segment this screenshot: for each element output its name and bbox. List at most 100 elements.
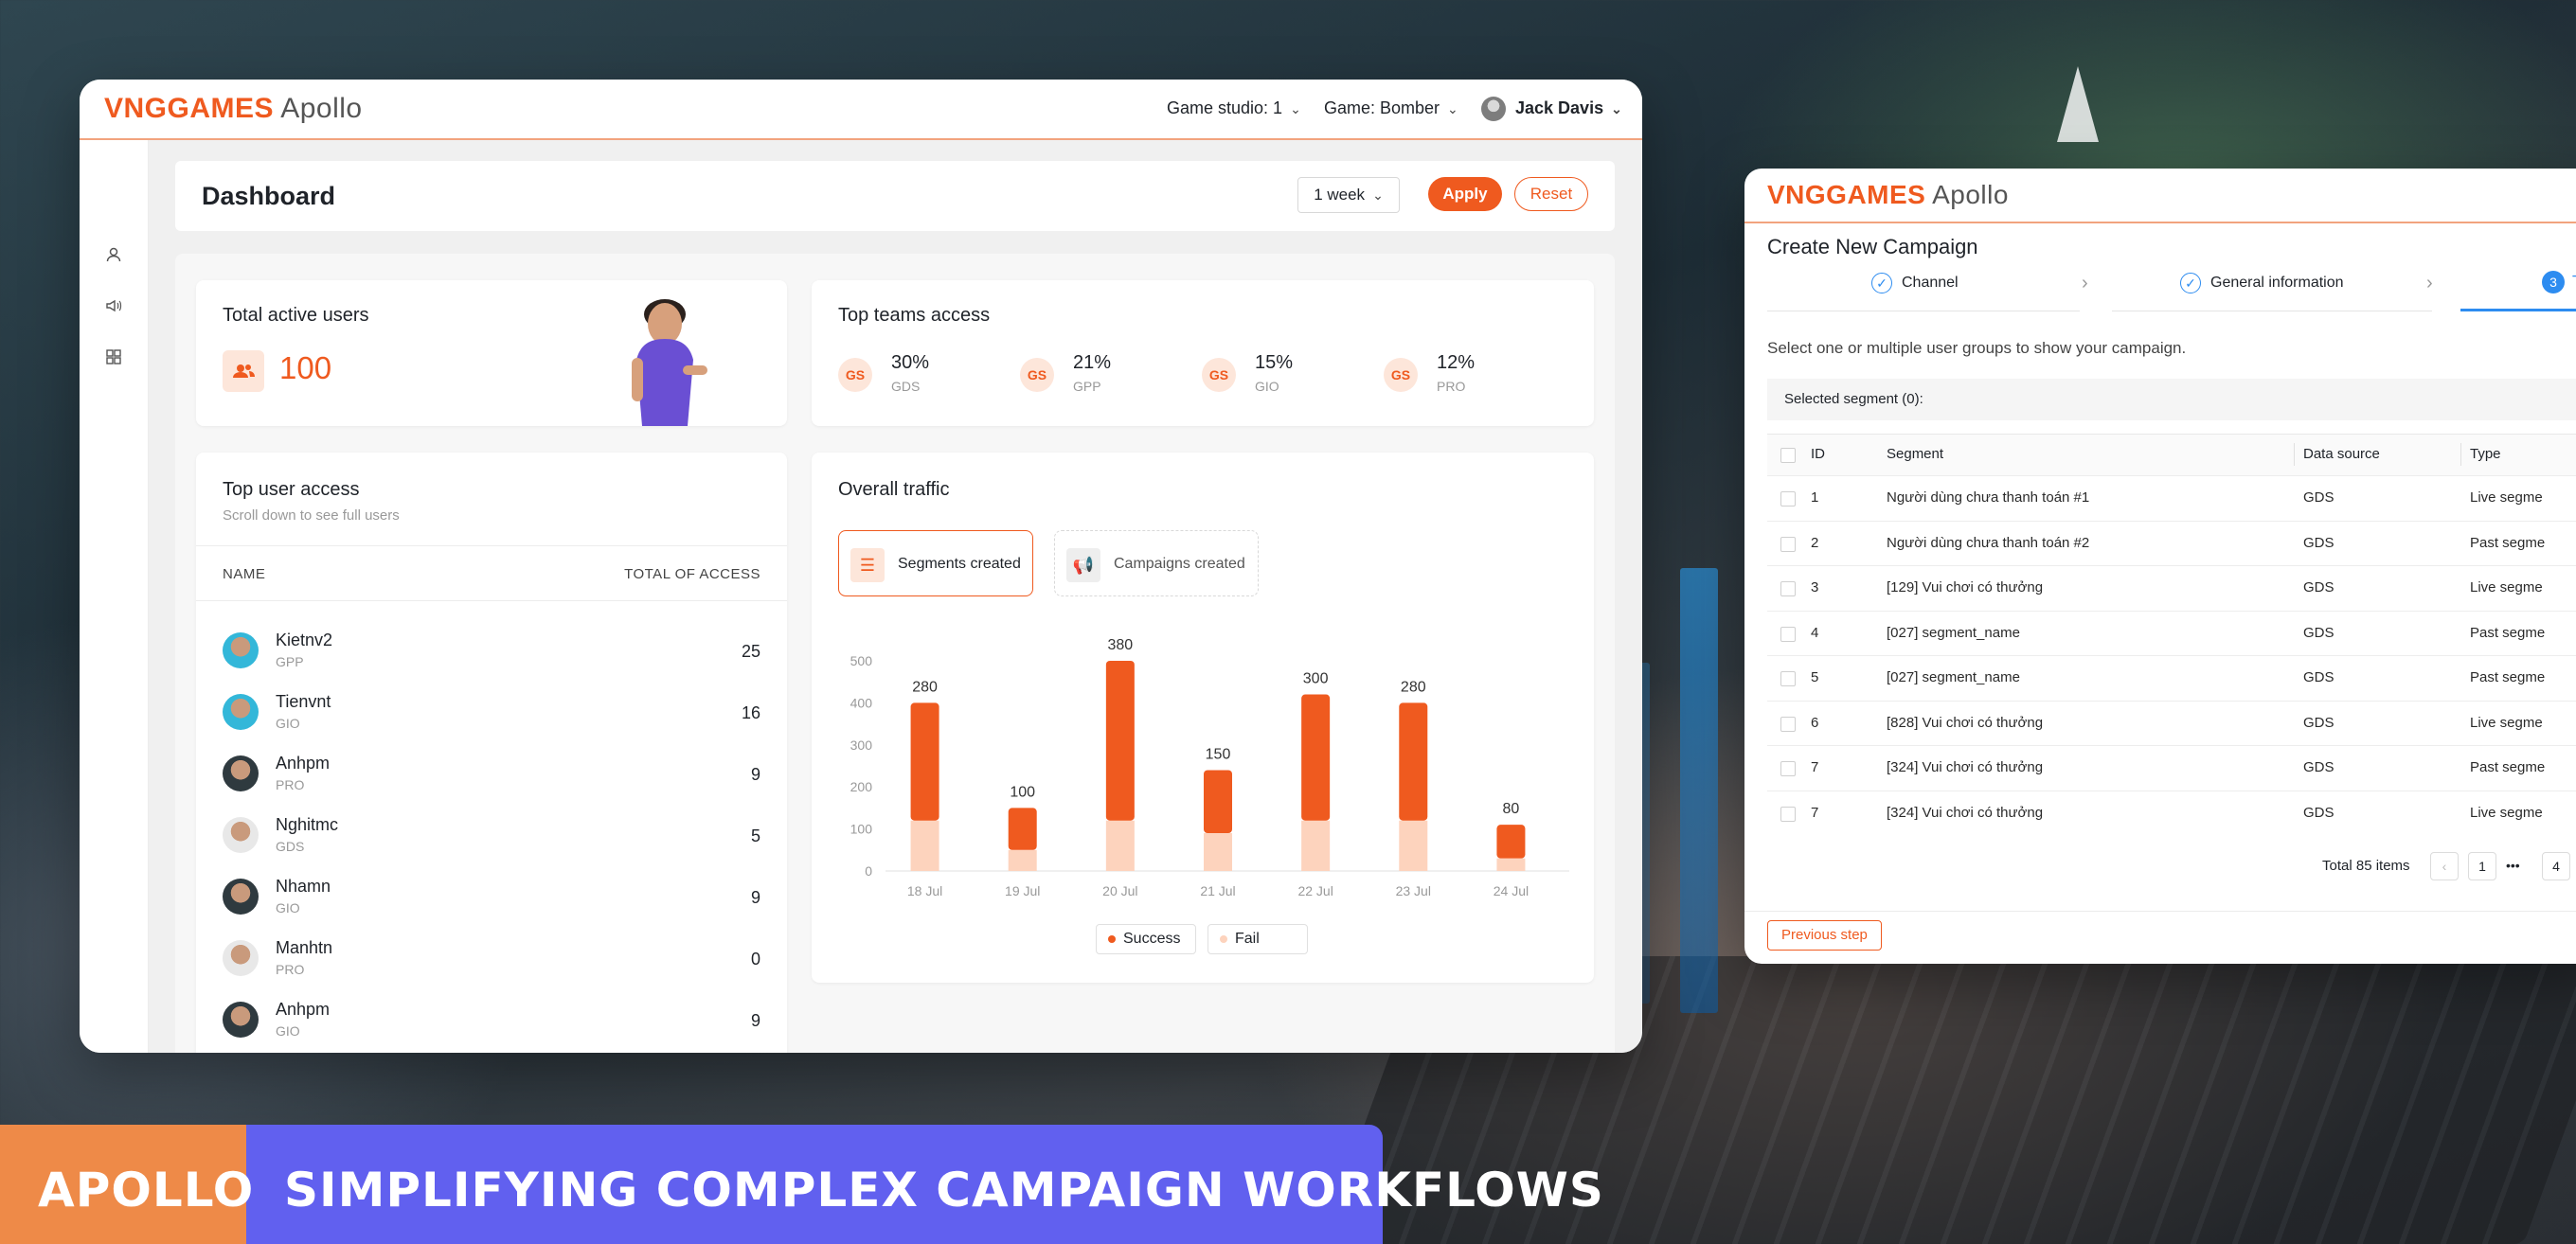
row-checkbox[interactable] <box>1780 491 1796 506</box>
user-row[interactable]: Anhpm PRO 9 <box>196 744 787 805</box>
user-access-count: 5 <box>750 826 760 845</box>
row-checkbox[interactable] <box>1780 806 1796 822</box>
cell-id: 7 <box>1811 759 1819 775</box>
list-icon: ☰ <box>850 548 885 582</box>
selected-segment-label: Selected segment (0): <box>1784 391 1923 407</box>
user-team: GIO <box>276 900 300 915</box>
game-select[interactable]: Game: Bomber ⌄ <box>1324 98 1458 118</box>
user-access-count: 16 <box>741 703 760 722</box>
campaign-instruction: Select one or multiple user groups to sh… <box>1767 339 2187 357</box>
row-checkbox[interactable] <box>1780 626 1796 642</box>
table-row[interactable]: 1 Người dùng chưa thanh toán #1 GDS Live se… <box>1767 475 2576 521</box>
user-row[interactable]: Kietnv2 GPP 25 <box>196 621 787 682</box>
pagination-page-4[interactable]: 4 <box>2542 852 2570 880</box>
team-name: GPP <box>1073 379 1101 394</box>
cell-data-source: GDS <box>2303 579 2334 595</box>
chevron-down-icon: ⌄ <box>1290 101 1301 116</box>
select-all-checkbox[interactable] <box>1780 448 1796 463</box>
row-checkbox[interactable] <box>1780 581 1796 596</box>
user-avatar <box>223 817 259 853</box>
cell-segment: [324] Vui chơi có thưởng <box>1887 804 2044 821</box>
game-label: Game: Bomber <box>1324 98 1440 117</box>
col-type: Type <box>2470 446 2501 462</box>
cell-data-source: GDS <box>2303 489 2334 506</box>
row-checkbox[interactable] <box>1780 761 1796 776</box>
pagination-page-1[interactable]: 1 <box>2468 852 2496 880</box>
table-row[interactable]: 7 [324] Vui chơi có thưởng GDS Live segme <box>1767 790 2576 836</box>
user-icon[interactable] <box>104 246 123 265</box>
user-avatar[interactable] <box>1481 97 1506 121</box>
chevron-down-icon: ⌄ <box>1611 101 1622 116</box>
table-row[interactable]: 6 [828] Vui chơi có thưởng GDS Live segme <box>1767 700 2576 746</box>
cell-id: 1 <box>1811 489 1819 506</box>
table-row[interactable]: 7 [324] Vui chơi có thưởng GDS Past segme <box>1767 745 2576 791</box>
y-tick-label: 100 <box>850 822 873 837</box>
tab-segments-created[interactable]: ☰ Segments created <box>838 530 1033 596</box>
user-team: PRO <box>276 777 305 792</box>
period-select[interactable]: 1 week ⌄ <box>1297 177 1400 213</box>
user-row[interactable]: Nghitmc GDS 5 <box>196 806 787 866</box>
bar-success <box>910 702 939 821</box>
team-badge: GS <box>1020 358 1054 392</box>
sidebar <box>80 140 149 1053</box>
user-access-count: 9 <box>750 1011 760 1030</box>
tab-campaigns-created[interactable]: 📢 Campaigns created <box>1054 530 1259 596</box>
user-team: PRO <box>276 962 305 977</box>
table-row[interactable]: 4 [027] segment_name GDS Past segme <box>1767 610 2576 656</box>
traffic-chart: 0 100 200 300 400 500 280 18 Jul 100 19 Jul 380 20 … <box>850 637 1569 898</box>
grid-icon[interactable] <box>104 348 123 367</box>
step-channel[interactable]: ✓ Channel <box>1871 273 1959 293</box>
apply-button[interactable]: Apply <box>1428 177 1502 211</box>
cell-id: 6 <box>1811 714 1819 731</box>
user-row[interactable]: Manhtn PRO 0 <box>196 929 787 989</box>
chevron-right-icon: › <box>2082 273 2088 293</box>
user-avatar <box>223 940 259 976</box>
game-studio-select[interactable]: Game studio: 1 ⌄ <box>1167 98 1301 118</box>
user-name: Jack Davis <box>1515 98 1604 117</box>
pagination-ellipsis[interactable]: ••• <box>2506 858 2520 873</box>
selected-segment-bar: Selected segment (0): <box>1767 379 2576 420</box>
step-3[interactable]: 3T <box>2542 271 2576 293</box>
legend-fail[interactable]: Fail <box>1208 924 1308 954</box>
row-checkbox[interactable] <box>1780 536 1796 552</box>
legend-success-label: Success <box>1123 931 1181 947</box>
apollo-logo[interactable]: VNGGAMES Apollo <box>1767 180 2009 210</box>
bar-fail <box>1008 849 1037 871</box>
user-menu[interactable]: Jack Davis ⌄ <box>1515 98 1622 118</box>
table-row[interactable]: 3 [129] Vui chơi có thưởng GDS Live segme <box>1767 565 2576 611</box>
user-row[interactable]: Nhamn GIO 9 <box>196 867 787 928</box>
chevron-right-icon: › <box>2426 273 2433 293</box>
apollo-logo[interactable]: VNGGAMES Apollo <box>104 93 363 125</box>
team-name: PRO <box>1437 379 1466 394</box>
reset-button[interactable]: Reset <box>1514 177 1588 211</box>
table-row[interactable]: 5 [027] segment_name GDS Past segme <box>1767 655 2576 701</box>
bar-success <box>1105 661 1135 821</box>
user-row[interactable]: Anhpm GIO 9 <box>196 990 787 1051</box>
row-checkbox[interactable] <box>1780 716 1796 732</box>
traffic-title: Overall traffic <box>838 479 950 500</box>
table-row[interactable]: 2 Người dùng chưa thanh toán #2 GDS Past se… <box>1767 520 2576 566</box>
x-tick-label: 18 Jul <box>907 883 942 898</box>
cell-data-source: GDS <box>2303 804 2334 821</box>
pagination-prev[interactable]: ‹ <box>2430 852 2459 880</box>
row-checkbox[interactable] <box>1780 671 1796 686</box>
megaphone-icon[interactable] <box>104 297 123 316</box>
dashboard-topbar: VNGGAMES Apollo Game studio: 1 ⌄ Game: Bo… <box>80 80 1642 140</box>
user-team: GDS <box>276 839 305 854</box>
team-percent: 12% <box>1437 352 1476 373</box>
cell-type: Past segme <box>2470 624 2546 641</box>
bar-success <box>1204 770 1232 834</box>
col-data-source: Data source <box>2303 446 2380 462</box>
user-row[interactable]: Tienvnt GIO 16 <box>196 683 787 743</box>
chevron-down-icon: ⌄ <box>1447 101 1458 116</box>
cell-type: Past segme <box>2470 534 2546 551</box>
cell-id: 2 <box>1811 534 1819 551</box>
user-access-count: 25 <box>741 642 760 661</box>
previous-step-button[interactable]: Previous step <box>1767 920 1882 951</box>
step-general-information[interactable]: ✓ General information <box>2180 273 2344 293</box>
user-name: Kietnv2 <box>276 631 333 649</box>
legend-success[interactable]: Success <box>1096 924 1196 954</box>
bar-fail <box>1105 820 1135 871</box>
user-avatar <box>223 632 259 668</box>
game-studio-label: Game studio: 1 <box>1167 98 1283 117</box>
